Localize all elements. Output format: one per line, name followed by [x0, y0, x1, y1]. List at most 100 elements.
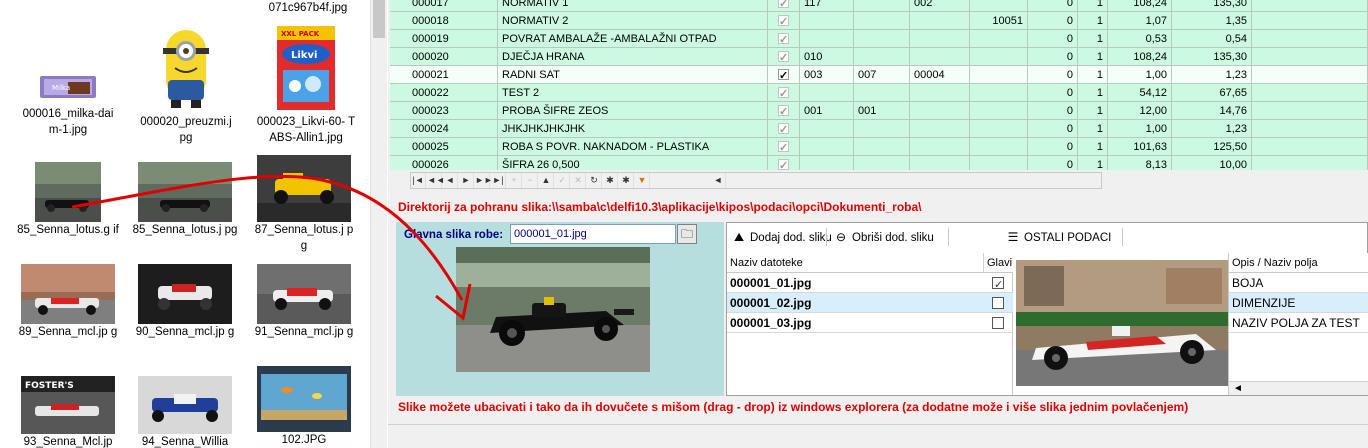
delete-image-button[interactable]: ⊖ Obriši dod. sliku: [834, 225, 934, 249]
file-main-cell[interactable]: [989, 293, 1013, 313]
grid-cell-price[interactable]: 1,00: [1108, 66, 1172, 84]
explorer-item-senna-lotus-yellow[interactable]: 87_Senna_lotus.j pg: [254, 155, 354, 254]
col-file-name[interactable]: Naziv datoteke: [727, 253, 981, 273]
grid-cell-name[interactable]: TEST 2: [498, 84, 768, 102]
file-row[interactable]: 000001_03.jpg: [727, 313, 1013, 333]
grid-cell-price[interactable]: 54,12: [1108, 84, 1172, 102]
grid-cell-code[interactable]: 000022: [408, 84, 498, 102]
grid-cell-pad[interactable]: [1252, 84, 1368, 102]
grid-row[interactable]: 000017NORMATIV 1 117 002 01108,24135,30: [390, 0, 1368, 12]
grid-cell-unit[interactable]: 1: [1078, 48, 1108, 66]
grid-cell-active[interactable]: [768, 84, 800, 102]
grid-cell-unit[interactable]: 1: [1078, 102, 1108, 120]
grid-cell-active[interactable]: [768, 48, 800, 66]
grid-cell-active[interactable]: [768, 12, 800, 30]
grid-cell-c1[interactable]: [800, 12, 854, 30]
grid-cell-c4[interactable]: [970, 138, 1028, 156]
file-name[interactable]: 000001_01.jpg: [727, 273, 981, 293]
nav-button[interactable]: ◄: [443, 173, 458, 188]
grid-row[interactable]: 000024JHKJHKJHKJHK 011,001,23: [390, 120, 1368, 138]
field-row[interactable]: BOJA: [1229, 273, 1368, 293]
grid-cell-code[interactable]: 000026: [408, 156, 498, 170]
grid-cell-pad[interactable]: [1252, 12, 1368, 30]
grid-cell-name[interactable]: ROBA S POVR. NAKNADOM - PLASTIKA: [498, 138, 768, 156]
grid-cell-pad[interactable]: [1252, 66, 1368, 84]
grid-cell-qty[interactable]: 0: [1028, 48, 1078, 66]
explorer-item-senna-lotus-jpg[interactable]: 85_Senna_lotus.j pg: [130, 162, 240, 238]
grid-cell-active[interactable]: [768, 30, 800, 48]
grid-checkbox[interactable]: [778, 157, 789, 170]
explorer-item-likvi[interactable]: XXL PACK Likvi 000023_Likvi-60- TABS-All…: [256, 22, 356, 146]
grid-cell-code[interactable]: 000018: [408, 12, 498, 30]
grid-cell-c1[interactable]: 001: [800, 102, 854, 120]
grid-cell-c1[interactable]: [800, 30, 854, 48]
nav-button[interactable]: ✓: [555, 173, 570, 188]
grid-cell-c4[interactable]: [970, 66, 1028, 84]
grid-cell-c2[interactable]: [854, 120, 910, 138]
grid-cell-pad[interactable]: [1252, 0, 1368, 12]
grid-cell-c3[interactable]: [910, 102, 970, 120]
grid-cell-c3[interactable]: [910, 156, 970, 170]
grid-checkbox[interactable]: [778, 139, 789, 156]
grid-cell-unit[interactable]: 1: [1078, 0, 1108, 12]
grid-cell-code[interactable]: 000017: [408, 0, 498, 12]
grid-cell-c2[interactable]: [854, 12, 910, 30]
grid-cell-unit[interactable]: 1: [1078, 138, 1108, 156]
grid-cell-code[interactable]: 000021: [408, 66, 498, 84]
grid-cell-c3[interactable]: [910, 48, 970, 66]
nav-button[interactable]: ►►: [475, 173, 493, 188]
scroll-left-icon[interactable]: ◄: [1233, 383, 1243, 394]
grid-cell-active[interactable]: [768, 0, 800, 12]
grid-cell-pad[interactable]: [1252, 156, 1368, 170]
grid-cell-c3[interactable]: [910, 12, 970, 30]
grid-cell-c3[interactable]: [910, 138, 970, 156]
grid-cell-price[interactable]: 108,24: [1108, 48, 1172, 66]
image-files-table[interactable]: Naziv datoteke Glavi 000001_01.jpg000001…: [727, 253, 1013, 395]
grid-cell-name[interactable]: RADNI SAT: [498, 66, 768, 84]
grid-cell-c4[interactable]: [970, 84, 1028, 102]
explorer-item-senna-mcl-93[interactable]: FOSTER'S 93_Senna_Mcl.jp: [14, 376, 122, 448]
explorer-item-senna-mcl-90[interactable]: 90_Senna_mcl.jp g: [130, 264, 240, 340]
grid-cell-pad[interactable]: [1252, 30, 1368, 48]
other-data-button[interactable]: ☰ OSTALI PODACI: [1006, 225, 1112, 249]
explorer-item-milka[interactable]: Milka 000016_milka-dai m-1.jpg: [18, 62, 118, 138]
grid-cell-c4[interactable]: [970, 48, 1028, 66]
grid-cell-c1[interactable]: [800, 138, 854, 156]
grid-cell-price[interactable]: 12,00: [1108, 102, 1172, 120]
grid-cell-c2[interactable]: 001: [854, 102, 910, 120]
main-image-checkbox[interactable]: [992, 275, 1004, 295]
grid-cell-c3[interactable]: 002: [910, 0, 970, 12]
grid-cell-active[interactable]: [768, 66, 800, 84]
grid-cell-qty[interactable]: 0: [1028, 66, 1078, 84]
file-row[interactable]: 000001_01.jpg: [727, 273, 1013, 295]
grid-cell-active[interactable]: [768, 102, 800, 120]
grid-cell-price2[interactable]: 1,23: [1172, 120, 1252, 138]
grid-cell-unit[interactable]: 1: [1078, 120, 1108, 138]
grid-checkbox[interactable]: [778, 85, 789, 102]
grid-row[interactable]: 000019POVRAT AMBALAŽE -AMBALAŽNI OTPAD 01…: [390, 30, 1368, 48]
nav-button[interactable]: |◄: [411, 173, 426, 188]
grid-cell-price2[interactable]: 10,00: [1172, 156, 1252, 170]
grid-cell-c4[interactable]: [970, 102, 1028, 120]
grid-cell-unit[interactable]: 1: [1078, 66, 1108, 84]
nav-button[interactable]: ►: [459, 173, 474, 188]
grid-cell-price[interactable]: 108,24: [1108, 0, 1172, 12]
grid-cell-c4[interactable]: 10051: [970, 12, 1028, 30]
grid-checkbox[interactable]: [778, 31, 789, 48]
file-main-cell[interactable]: [989, 273, 1013, 295]
explorer-item-top[interactable]: 071c967b4f.jpg: [248, 0, 368, 16]
grid-checkbox[interactable]: [778, 67, 789, 84]
grid-cell-code[interactable]: 000020: [408, 48, 498, 66]
grid-cell-name[interactable]: DJEČJA HRANA: [498, 48, 768, 66]
grid-cell-name[interactable]: PROBA ŠIFRE ZEOS: [498, 102, 768, 120]
grid-row[interactable]: 000026ŠIFRA 26 0,500 018,1310,00: [390, 156, 1368, 170]
grid-cell-c2[interactable]: [854, 30, 910, 48]
grid-row[interactable]: 000020DJEČJA HRANA 010 01108,24135,30: [390, 48, 1368, 66]
grid-cell-unit[interactable]: 1: [1078, 84, 1108, 102]
nav-button[interactable]: ◄◄: [427, 173, 445, 188]
grid-checkbox[interactable]: [778, 13, 789, 30]
main-image-input[interactable]: 000001_01.jpg: [510, 224, 676, 244]
nav-button[interactable]: ✱: [603, 173, 618, 188]
grid-cell-qty[interactable]: 0: [1028, 0, 1078, 12]
grid-cell-price[interactable]: 1,00: [1108, 120, 1172, 138]
